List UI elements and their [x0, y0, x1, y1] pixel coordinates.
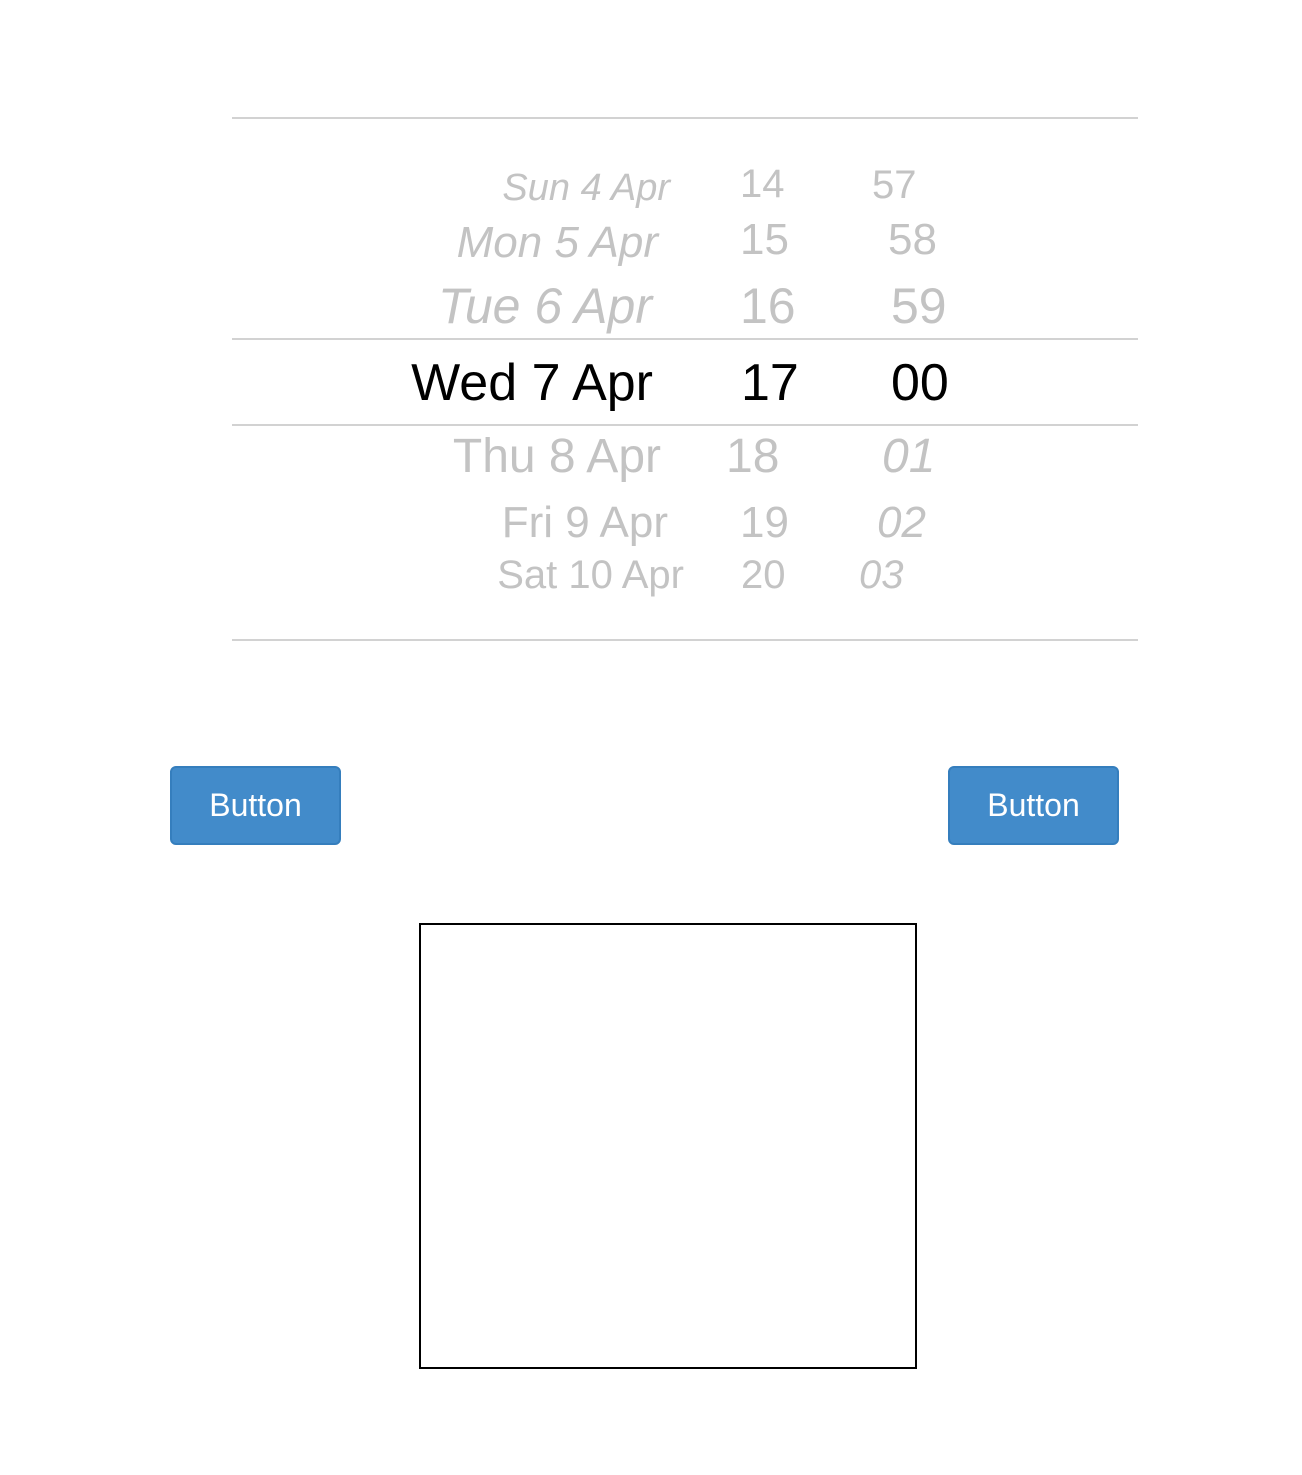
minute-option[interactable]: 02	[877, 501, 926, 545]
picker-bottom-border	[232, 639, 1138, 641]
empty-content-box	[419, 923, 917, 1369]
day-option-selected[interactable]: Wed 7 Apr	[411, 357, 653, 409]
date-time-picker[interactable]: Sun 4 Apr Mon 5 Apr Tue 6 Apr Wed 7 Apr …	[232, 117, 1138, 641]
hour-option[interactable]: 15	[740, 218, 789, 262]
minute-option[interactable]: 01	[882, 433, 935, 481]
minute-option[interactable]: 59	[891, 281, 947, 331]
selection-bottom-line	[232, 424, 1138, 426]
hour-option-selected[interactable]: 17	[741, 357, 799, 409]
minute-option-selected[interactable]: 00	[891, 357, 949, 409]
hour-option[interactable]: 20	[741, 555, 786, 595]
day-option[interactable]: Thu 8 Apr	[453, 433, 661, 481]
minute-option[interactable]: 57	[872, 165, 917, 205]
hour-option[interactable]: 18	[726, 433, 779, 481]
picker-top-border	[232, 117, 1138, 119]
selection-top-line	[232, 338, 1138, 340]
day-option[interactable]: Tue 6 Apr	[438, 281, 652, 331]
day-option[interactable]: Sun 4 Apr	[502, 169, 670, 207]
hour-option[interactable]: 19	[740, 501, 789, 545]
minute-option[interactable]: 58	[888, 218, 937, 262]
day-option[interactable]: Fri 9 Apr	[502, 501, 668, 545]
day-option[interactable]: Mon 5 Apr	[457, 221, 658, 265]
day-option[interactable]: Sat 10 Apr	[497, 555, 684, 595]
minute-option[interactable]: 03	[859, 555, 904, 595]
hour-option[interactable]: 14	[740, 164, 785, 204]
left-button[interactable]: Button	[170, 766, 341, 845]
right-button[interactable]: Button	[948, 766, 1119, 845]
hour-option[interactable]: 16	[740, 281, 796, 331]
